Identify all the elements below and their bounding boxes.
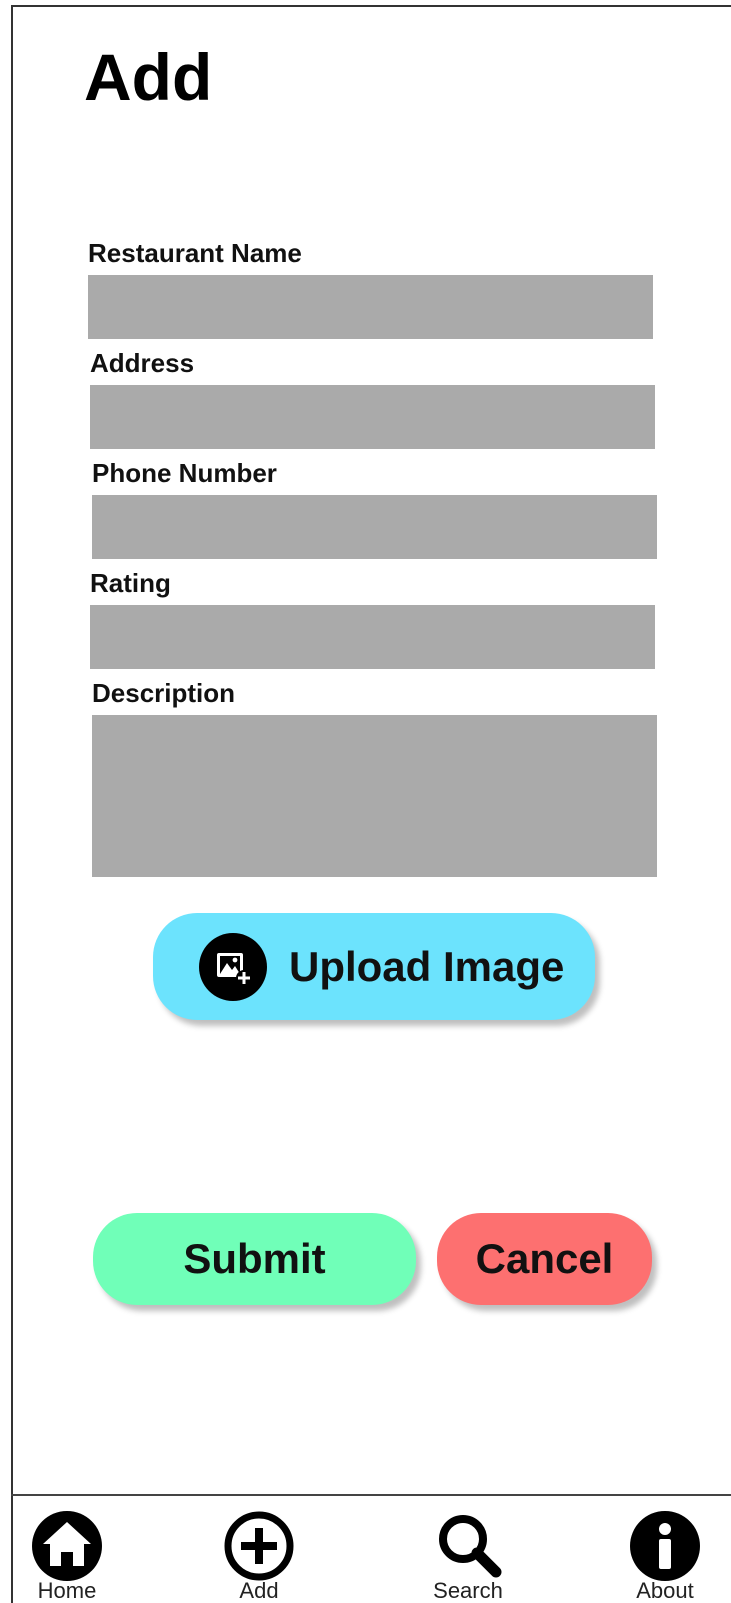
- bottom-nav: Home Add Search About: [11, 1494, 731, 1603]
- nav-item-add[interactable]: Add: [209, 1510, 309, 1602]
- description-textarea[interactable]: [92, 715, 657, 877]
- phone-number-label: Phone Number: [92, 458, 277, 488]
- address-input[interactable]: [90, 385, 655, 449]
- submit-button[interactable]: Submit: [93, 1213, 416, 1305]
- search-icon: [439, 1515, 502, 1578]
- upload-image-button[interactable]: Upload Image: [153, 913, 595, 1020]
- nav-item-home[interactable]: Home: [17, 1510, 117, 1602]
- nav-label-home: Home: [37, 1578, 97, 1603]
- nav-item-about[interactable]: About: [615, 1510, 715, 1602]
- nav-label-about: About: [636, 1578, 694, 1603]
- nav-item-search[interactable]: Search: [418, 1510, 518, 1602]
- nav-label-add: Add: [239, 1578, 279, 1603]
- info-icon: [630, 1511, 700, 1581]
- home-icon: [32, 1511, 102, 1581]
- cancel-button[interactable]: Cancel: [437, 1213, 652, 1305]
- address-label: Address: [90, 348, 195, 378]
- rating-input[interactable]: [90, 605, 655, 669]
- restaurant-name-input[interactable]: [88, 275, 653, 339]
- description-label: Description: [92, 678, 236, 708]
- phone-number-input[interactable]: [92, 495, 657, 559]
- page-title: Add: [84, 40, 213, 114]
- upload-image-label: Upload Image: [289, 942, 565, 990]
- nav-label-search: Search: [433, 1578, 503, 1603]
- restaurant-name-label: Restaurant Name: [88, 238, 302, 268]
- add-circle-icon: [224, 1511, 294, 1581]
- add-photo-icon: [199, 932, 267, 1001]
- rating-label: Rating: [90, 568, 171, 598]
